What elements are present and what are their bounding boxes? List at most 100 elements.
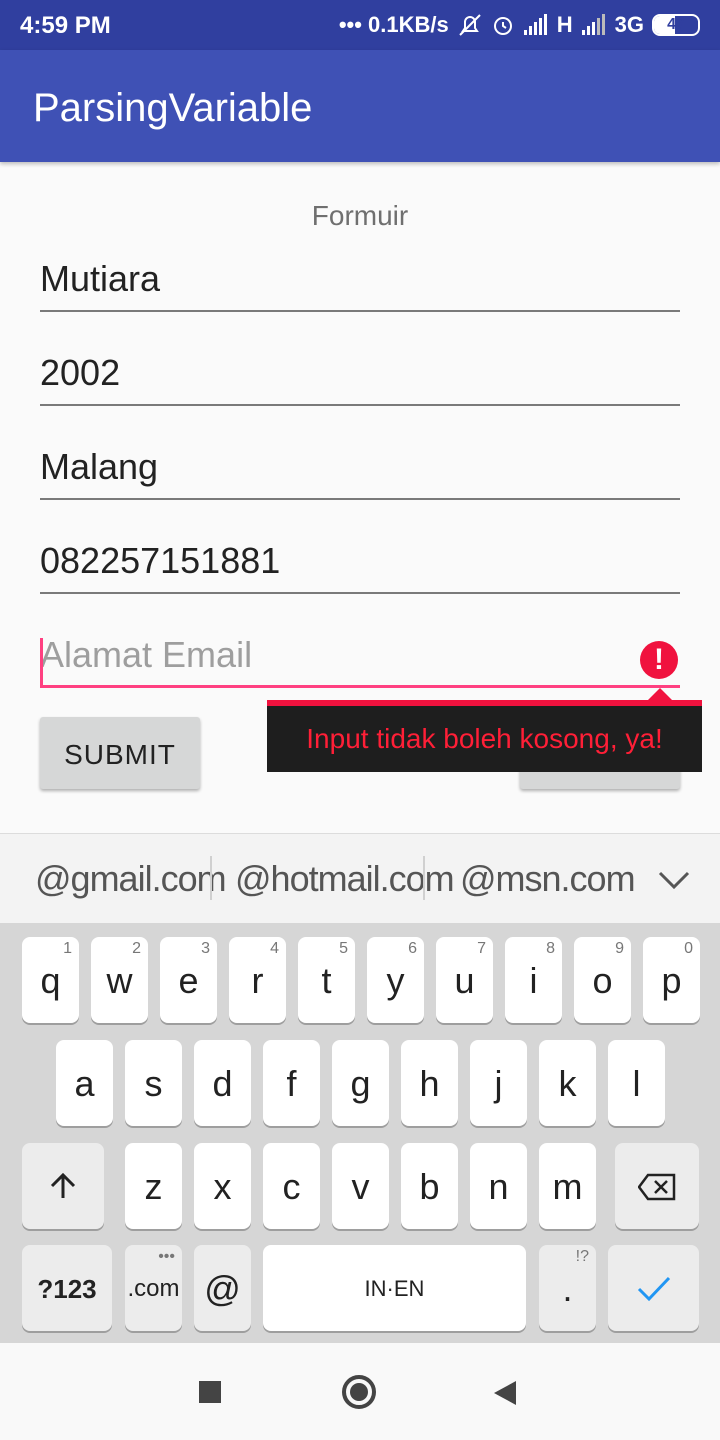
key-label: h [419, 1063, 440, 1104]
period-hint: !? [575, 1248, 589, 1265]
key-k[interactable]: k [539, 1040, 596, 1126]
key-label: f [286, 1063, 297, 1104]
dotcom-key[interactable]: ••• .com [125, 1245, 182, 1331]
suggestion-gmail[interactable]: @gmail.com [35, 858, 227, 900]
suggestion-divider [210, 856, 212, 900]
key-hint: 9 [615, 940, 624, 957]
key-label: o [592, 960, 613, 1001]
key-l[interactable]: l [608, 1040, 665, 1126]
key-hint: 6 [408, 940, 417, 957]
key-t[interactable]: 5t [298, 937, 355, 1023]
backspace-icon [637, 1173, 676, 1201]
key-hint: 1 [63, 940, 72, 957]
key-hint: 4 [270, 940, 279, 957]
keyboard: 1q2w3e4r5t6y7u8i9o0p asdfghjkl zxcvbnm ?… [0, 923, 720, 1343]
suggestion-divider [423, 856, 425, 900]
suggestion-strip: @gmail.com @hotmail.com @msn.com [0, 833, 720, 923]
key-hint: 7 [477, 940, 486, 957]
key-label: j [494, 1063, 503, 1104]
key-m[interactable]: m [539, 1143, 596, 1229]
phone-field[interactable]: 082257151881 [40, 534, 680, 594]
key-hint: 3 [201, 940, 210, 957]
key-hint: 0 [684, 940, 693, 957]
key-label: k [558, 1063, 577, 1104]
key-label: i [529, 960, 538, 1001]
key-h[interactable]: h [401, 1040, 458, 1126]
key-v[interactable]: v [332, 1143, 389, 1229]
key-hint: 8 [546, 940, 555, 957]
key-label: p [661, 960, 682, 1001]
checkmark-icon [637, 1276, 670, 1302]
network-type-1: H [556, 12, 573, 37]
battery-text: 47 [667, 16, 685, 33]
navigation-bar [0, 1343, 720, 1440]
symbols-key[interactable]: ?123 [22, 1245, 112, 1331]
key-y[interactable]: 6y [367, 937, 424, 1023]
key-z[interactable]: z [125, 1143, 182, 1229]
backspace-key[interactable] [615, 1143, 699, 1229]
key-label: e [178, 960, 199, 1001]
key-r[interactable]: 4r [229, 937, 286, 1023]
key-label: s [144, 1063, 163, 1104]
alarm-icon [493, 17, 512, 35]
battery-icon: 47 [652, 14, 700, 36]
key-a[interactable]: a [56, 1040, 113, 1126]
key-label: v [351, 1166, 370, 1207]
suggestion-msn[interactable]: @msn.com [460, 858, 636, 900]
space-key[interactable]: IN·EN [263, 1245, 526, 1331]
key-s[interactable]: s [125, 1040, 182, 1126]
key-x[interactable]: x [194, 1143, 251, 1229]
recents-icon[interactable] [199, 1381, 221, 1403]
shift-arrow-icon [50, 1172, 76, 1198]
key-o[interactable]: 9o [574, 937, 631, 1023]
key-c[interactable]: c [263, 1143, 320, 1229]
suggestion-hotmail[interactable]: @hotmail.com [235, 858, 455, 900]
key-p[interactable]: 0p [643, 937, 700, 1023]
key-label: a [74, 1063, 95, 1104]
key-n[interactable]: n [470, 1143, 527, 1229]
text-cursor [40, 638, 43, 686]
back-icon[interactable] [494, 1381, 516, 1405]
key-e[interactable]: 3e [160, 937, 217, 1023]
network-type-2: 3G [614, 12, 644, 37]
key-d[interactable]: d [194, 1040, 251, 1126]
key-label: q [40, 960, 61, 1001]
key-label: m [552, 1166, 583, 1207]
key-b[interactable]: b [401, 1143, 458, 1229]
chevron-down-icon[interactable] [656, 862, 692, 898]
submit-button[interactable]: SUBMIT [40, 717, 200, 789]
key-label: l [632, 1063, 641, 1104]
shift-key[interactable] [22, 1143, 104, 1229]
key-j[interactable]: j [470, 1040, 527, 1126]
key-u[interactable]: 7u [436, 937, 493, 1023]
error-tooltip: Input tidak boleh kosong, ya! [267, 700, 702, 772]
tooltip-arrow [648, 688, 672, 700]
key-label: c [282, 1166, 301, 1207]
at-key[interactable]: @ [194, 1245, 251, 1331]
key-label: b [419, 1166, 440, 1207]
key-f[interactable]: f [263, 1040, 320, 1126]
city-field[interactable]: Malang [40, 440, 680, 500]
home-icon[interactable] [342, 1375, 376, 1409]
key-label: n [488, 1166, 509, 1207]
key-g[interactable]: g [332, 1040, 389, 1126]
form-heading: Formuir [311, 200, 409, 231]
key-hint: 5 [339, 940, 348, 957]
year-field[interactable]: 2002 [40, 346, 680, 406]
status-bar: 4:59 PM ••• 0.1KB/s H 3G 47 [0, 0, 720, 50]
period-key[interactable]: !? . [539, 1245, 596, 1331]
status-time: 4:59 PM [20, 12, 111, 39]
key-label: u [454, 960, 475, 1001]
enter-key[interactable] [608, 1245, 699, 1331]
screen: 4:59 PM ••• 0.1KB/s H 3G 47 ParsingVaria… [0, 0, 720, 1440]
key-hint: 2 [132, 940, 141, 957]
key-i[interactable]: 8i [505, 937, 562, 1023]
name-field[interactable]: Mutiara [40, 252, 680, 312]
key-q[interactable]: 1q [22, 937, 79, 1023]
email-field[interactable]: Alamat Email ! [40, 628, 680, 688]
signal-icon [523, 14, 547, 35]
error-exclamation-icon[interactable]: ! [640, 641, 678, 679]
dotcom-hint: ••• [158, 1248, 175, 1265]
key-w[interactable]: 2w [91, 937, 148, 1023]
key-label: y [386, 960, 405, 1001]
